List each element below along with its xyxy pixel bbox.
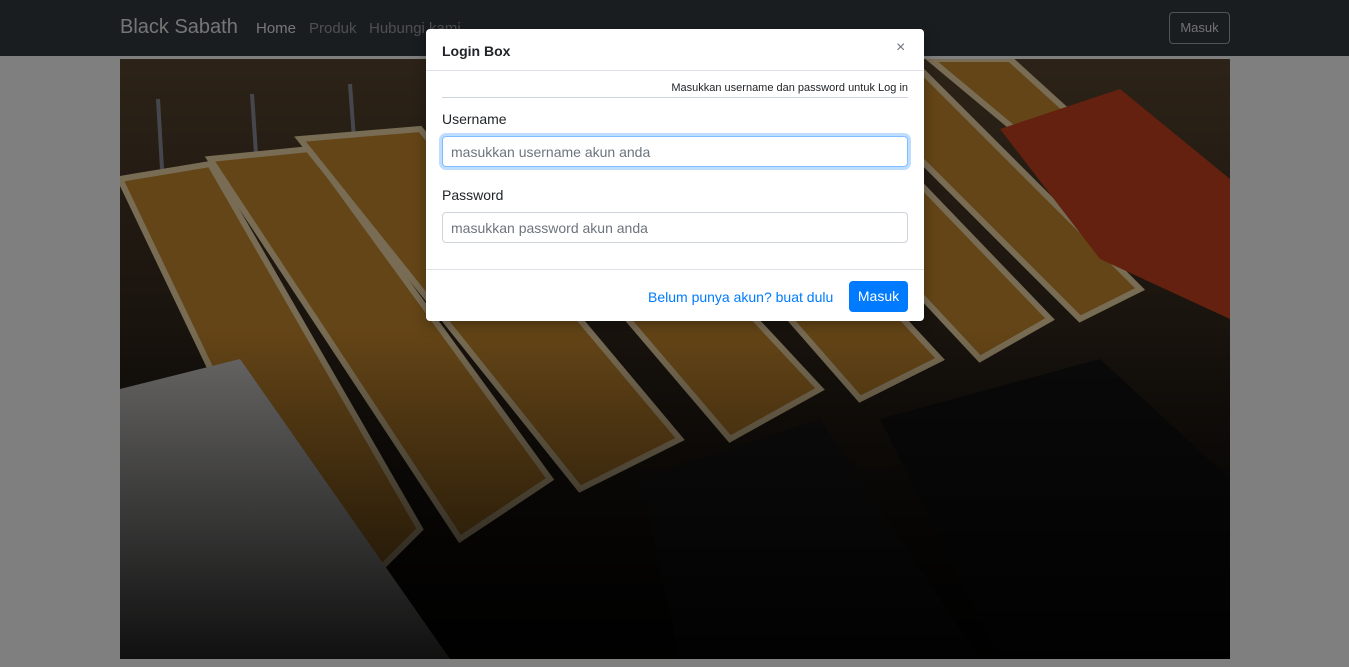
modal-footer: Belum punya akun? buat dulu Masuk	[426, 269, 924, 321]
login-modal: Login Box × Masukkan username dan passwo…	[426, 29, 924, 321]
modal-title: Login Box	[442, 43, 511, 59]
divider	[442, 97, 908, 98]
username-label: Username	[442, 111, 507, 127]
close-icon[interactable]: ×	[896, 39, 905, 57]
password-label: Password	[442, 187, 504, 203]
login-submit-button[interactable]: Masuk	[849, 281, 908, 312]
modal-header: Login Box ×	[426, 29, 924, 71]
login-instruction: Masukkan username dan password untuk Log…	[671, 82, 908, 94]
username-input[interactable]	[442, 136, 908, 167]
register-link[interactable]: Belum punya akun? buat dulu	[648, 289, 833, 305]
password-input[interactable]	[442, 212, 908, 243]
